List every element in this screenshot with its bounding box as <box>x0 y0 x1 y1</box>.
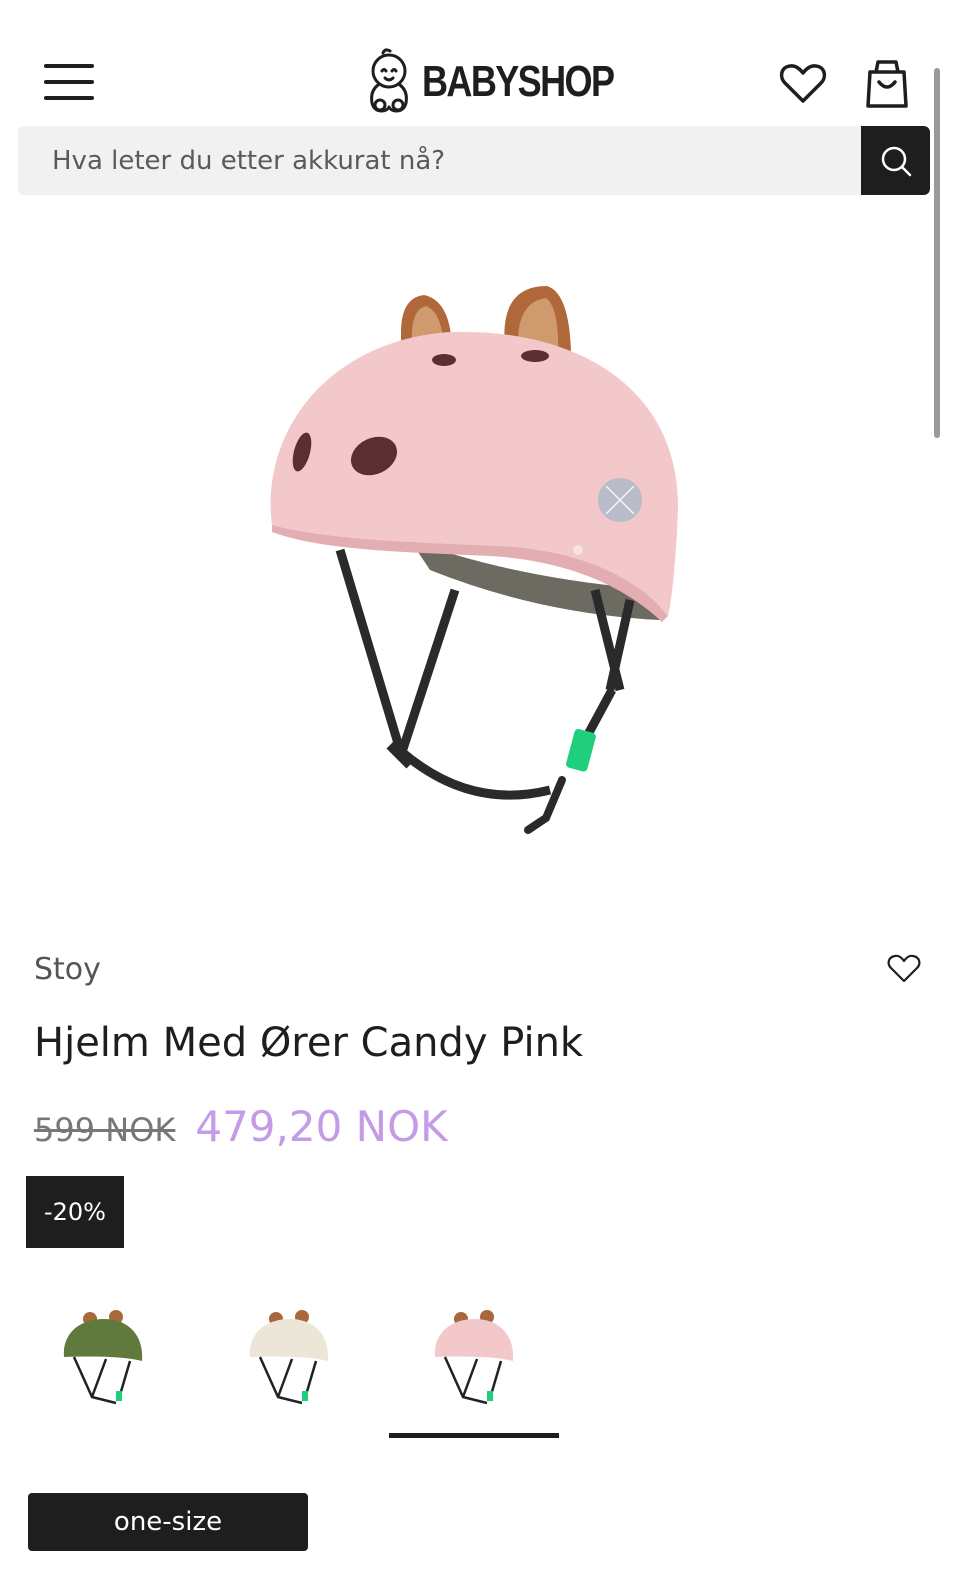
menu-line <box>44 80 94 84</box>
heart-icon <box>779 64 827 103</box>
logo-text: BABYSHOP <box>422 57 615 106</box>
heart-icon <box>887 954 921 983</box>
helmet-image <box>270 286 679 834</box>
menu-line <box>44 96 94 100</box>
original-price: 599 NOK <box>34 1111 176 1149</box>
search-input[interactable] <box>18 126 861 195</box>
wishlist-button[interactable] <box>778 58 828 108</box>
helmet-thumbnail <box>63 1310 143 1405</box>
color-variant-selector <box>0 1280 960 1450</box>
add-to-wishlist-button[interactable] <box>886 950 922 986</box>
size-option-one-size[interactable]: one-size <box>28 1493 308 1551</box>
site-header: BABYSHOP <box>0 0 960 200</box>
variant-cream-helmet[interactable] <box>204 1290 374 1430</box>
page-scrollbar[interactable] <box>934 68 940 438</box>
variant-pink-helmet[interactable] <box>389 1290 559 1438</box>
babyshop-logo[interactable]: BABYSHOP <box>364 44 655 120</box>
hamburger-menu-button[interactable] <box>40 58 96 106</box>
search-icon <box>881 146 911 176</box>
variant-green-helmet[interactable] <box>18 1290 188 1430</box>
shopping-bag-icon <box>866 60 908 108</box>
product-image[interactable] <box>250 270 700 850</box>
helmet-thumbnail <box>434 1310 514 1405</box>
helmet-thumbnail <box>249 1310 329 1405</box>
discount-badge: -20% <box>26 1176 124 1248</box>
baby-mascot-icon <box>370 48 408 113</box>
menu-line <box>44 64 94 68</box>
search-bar <box>18 126 930 195</box>
sale-price: 479,20 NOK <box>195 1102 448 1151</box>
price-block: 599 NOK 479,20 NOK <box>34 1102 448 1151</box>
product-title: Hjelm Med Ører Candy Pink <box>34 1020 584 1066</box>
search-button[interactable] <box>861 126 930 195</box>
cart-button[interactable] <box>862 56 912 110</box>
product-brand[interactable]: Stoy <box>34 952 101 987</box>
